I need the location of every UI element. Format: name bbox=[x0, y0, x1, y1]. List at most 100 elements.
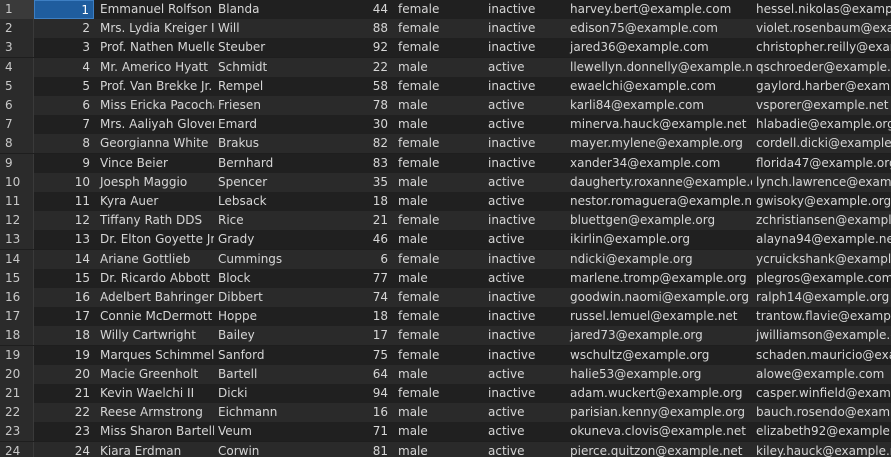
table-row[interactable]: 12 12 Tiffany Rath DDS Rice 21 female inactive… bbox=[0, 211, 891, 231]
status-cell[interactable]: inactive bbox=[484, 346, 566, 365]
first-name-cell[interactable]: Connie McDermott PI bbox=[96, 307, 214, 326]
table-row[interactable]: 20 20 Macie Greenholt Bartell 64 male active ha… bbox=[0, 364, 891, 384]
id-cell[interactable]: 16 bbox=[34, 288, 94, 307]
id-cell[interactable]: 20 bbox=[34, 365, 94, 384]
gender-cell[interactable]: female bbox=[394, 77, 484, 96]
gender-cell[interactable]: male bbox=[394, 230, 484, 249]
gender-cell[interactable]: male bbox=[394, 192, 484, 211]
secondary-email-cell[interactable]: gwisoky@example.org bbox=[752, 192, 891, 211]
status-cell[interactable]: inactive bbox=[484, 250, 566, 269]
secondary-email-cell[interactable]: bauch.rosendo@example bbox=[752, 403, 891, 422]
id-cell[interactable]: 21 bbox=[34, 384, 94, 403]
row-number-header[interactable]: 1 bbox=[0, 0, 34, 19]
email-cell[interactable]: xander34@example.com bbox=[566, 154, 752, 173]
age-cell[interactable]: 78 bbox=[330, 96, 394, 115]
last-name-cell[interactable]: Bernhard bbox=[214, 154, 330, 173]
email-cell[interactable]: karli84@example.com bbox=[566, 96, 752, 115]
gender-cell[interactable]: female bbox=[394, 384, 484, 403]
table-row[interactable]: 6 6 Miss Ericka Pacocha Friesen 78 male active… bbox=[0, 96, 891, 115]
last-name-cell[interactable]: Eichmann bbox=[214, 403, 330, 422]
row-number-header[interactable]: 22 bbox=[0, 403, 34, 423]
secondary-email-cell[interactable]: ralph14@example.org bbox=[752, 288, 891, 307]
status-cell[interactable]: inactive bbox=[484, 288, 566, 307]
email-cell[interactable]: adam.wuckert@example.org bbox=[566, 384, 752, 403]
gender-cell[interactable]: male bbox=[394, 173, 484, 192]
status-cell[interactable]: active bbox=[484, 442, 566, 457]
status-cell[interactable]: inactive bbox=[484, 38, 566, 57]
age-cell[interactable]: 82 bbox=[330, 134, 394, 153]
secondary-email-cell[interactable]: zchristiansen@example.o bbox=[752, 211, 891, 230]
last-name-cell[interactable]: Veum bbox=[214, 422, 330, 441]
secondary-email-cell[interactable]: elizabeth92@example.co bbox=[752, 422, 891, 441]
last-name-cell[interactable]: Sanford bbox=[214, 346, 330, 365]
row-number-header[interactable]: 6 bbox=[0, 96, 34, 115]
last-name-cell[interactable]: Spencer bbox=[214, 173, 330, 192]
gender-cell[interactable]: male bbox=[394, 96, 484, 115]
first-name-cell[interactable]: Mrs. Lydia Kreiger IV bbox=[96, 19, 214, 38]
table-row[interactable]: 4 4 Mr. Americo Hyatt Schmidt 22 male active ll… bbox=[0, 57, 891, 77]
id-cell[interactable]: 6 bbox=[34, 96, 94, 115]
secondary-email-cell[interactable]: kiley.hauck@example.ne bbox=[752, 442, 891, 457]
gender-cell[interactable]: female bbox=[394, 38, 484, 57]
first-name-cell[interactable]: Miss Sharon Bartell bbox=[96, 422, 214, 441]
gender-cell[interactable]: female bbox=[394, 0, 484, 19]
id-cell[interactable]: 10 bbox=[34, 173, 94, 192]
table-row[interactable]: 5 5 Prof. Van Brekke Jr. Rempel 58 female inac… bbox=[0, 76, 891, 96]
gender-cell[interactable]: female bbox=[394, 288, 484, 307]
age-cell[interactable]: 92 bbox=[330, 38, 394, 57]
row-number-header[interactable]: 18 bbox=[0, 326, 34, 346]
table-row[interactable]: 14 14 Ariane Gottlieb Cummings 6 female inacti… bbox=[0, 249, 891, 269]
age-cell[interactable]: 30 bbox=[330, 115, 394, 134]
status-cell[interactable]: inactive bbox=[484, 19, 566, 38]
age-cell[interactable]: 83 bbox=[330, 154, 394, 173]
email-cell[interactable]: russel.lemuel@example.net bbox=[566, 307, 752, 326]
gender-cell[interactable]: male bbox=[394, 58, 484, 77]
last-name-cell[interactable]: Steuber bbox=[214, 38, 330, 57]
gender-cell[interactable]: male bbox=[394, 442, 484, 457]
id-cell[interactable]: 3 bbox=[34, 38, 94, 57]
email-cell[interactable]: daugherty.roxanne@example.org bbox=[566, 173, 752, 192]
status-cell[interactable]: active bbox=[484, 115, 566, 134]
secondary-email-cell[interactable]: gaylord.harber@example.o bbox=[752, 77, 891, 96]
last-name-cell[interactable]: Rempel bbox=[214, 77, 330, 96]
last-name-cell[interactable]: Dicki bbox=[214, 384, 330, 403]
email-cell[interactable]: halie53@example.org bbox=[566, 365, 752, 384]
table-row[interactable]: 18 18 Willy Cartwright Bailey 17 female inacti… bbox=[0, 326, 891, 346]
email-cell[interactable]: ndicki@example.org bbox=[566, 250, 752, 269]
first-name-cell[interactable]: Adelbert Bahringer bbox=[96, 288, 214, 307]
status-cell[interactable]: active bbox=[484, 96, 566, 115]
row-number-header[interactable]: 14 bbox=[0, 249, 34, 269]
table-row[interactable]: 22 22 Reese Armstrong Eichmann 16 male active p… bbox=[0, 403, 891, 423]
data-grid[interactable]: 1 1 Emmanuel Rolfson Blanda 44 female inactive… bbox=[0, 0, 891, 457]
gender-cell[interactable]: female bbox=[394, 134, 484, 153]
gender-cell[interactable]: male bbox=[394, 403, 484, 422]
first-name-cell[interactable]: Emmanuel Rolfson bbox=[96, 0, 214, 19]
gender-cell[interactable]: female bbox=[394, 250, 484, 269]
first-name-cell[interactable]: Vince Beier bbox=[96, 154, 214, 173]
gender-cell[interactable]: male bbox=[394, 269, 484, 288]
status-cell[interactable]: active bbox=[484, 269, 566, 288]
row-number-header[interactable]: 8 bbox=[0, 134, 34, 154]
first-name-cell[interactable]: Kyra Auer bbox=[96, 192, 214, 211]
id-cell[interactable]: 1 bbox=[34, 0, 94, 19]
last-name-cell[interactable]: Rice bbox=[214, 211, 330, 230]
last-name-cell[interactable]: Grady bbox=[214, 230, 330, 249]
table-row[interactable]: 8 8 Georgianna White Brakus 82 female inactive… bbox=[0, 134, 891, 154]
secondary-email-cell[interactable]: casper.winfield@example bbox=[752, 384, 891, 403]
table-row[interactable]: 3 3 Prof. Nathen Mueller Steuber 92 female ina… bbox=[0, 38, 891, 58]
email-cell[interactable]: parisian.kenny@example.org bbox=[566, 403, 752, 422]
last-name-cell[interactable]: Schmidt bbox=[214, 58, 330, 77]
table-row[interactable]: 11 11 Kyra Auer Lebsack 18 male active nestor.r… bbox=[0, 192, 891, 211]
row-number-header[interactable]: 12 bbox=[0, 211, 34, 231]
age-cell[interactable]: 21 bbox=[330, 211, 394, 230]
age-cell[interactable]: 35 bbox=[330, 173, 394, 192]
gender-cell[interactable]: female bbox=[394, 154, 484, 173]
secondary-email-cell[interactable]: schaden.mauricio@examp bbox=[752, 346, 891, 365]
first-name-cell[interactable]: Prof. Van Brekke Jr. bbox=[96, 77, 214, 96]
first-name-cell[interactable]: Prof. Nathen Mueller bbox=[96, 38, 214, 57]
gender-cell[interactable]: female bbox=[394, 307, 484, 326]
gender-cell[interactable]: female bbox=[394, 19, 484, 38]
email-cell[interactable]: marlene.tromp@example.org bbox=[566, 269, 752, 288]
row-number-header[interactable]: 21 bbox=[0, 384, 34, 403]
secondary-email-cell[interactable]: lynch.lawrence@example bbox=[752, 173, 891, 192]
